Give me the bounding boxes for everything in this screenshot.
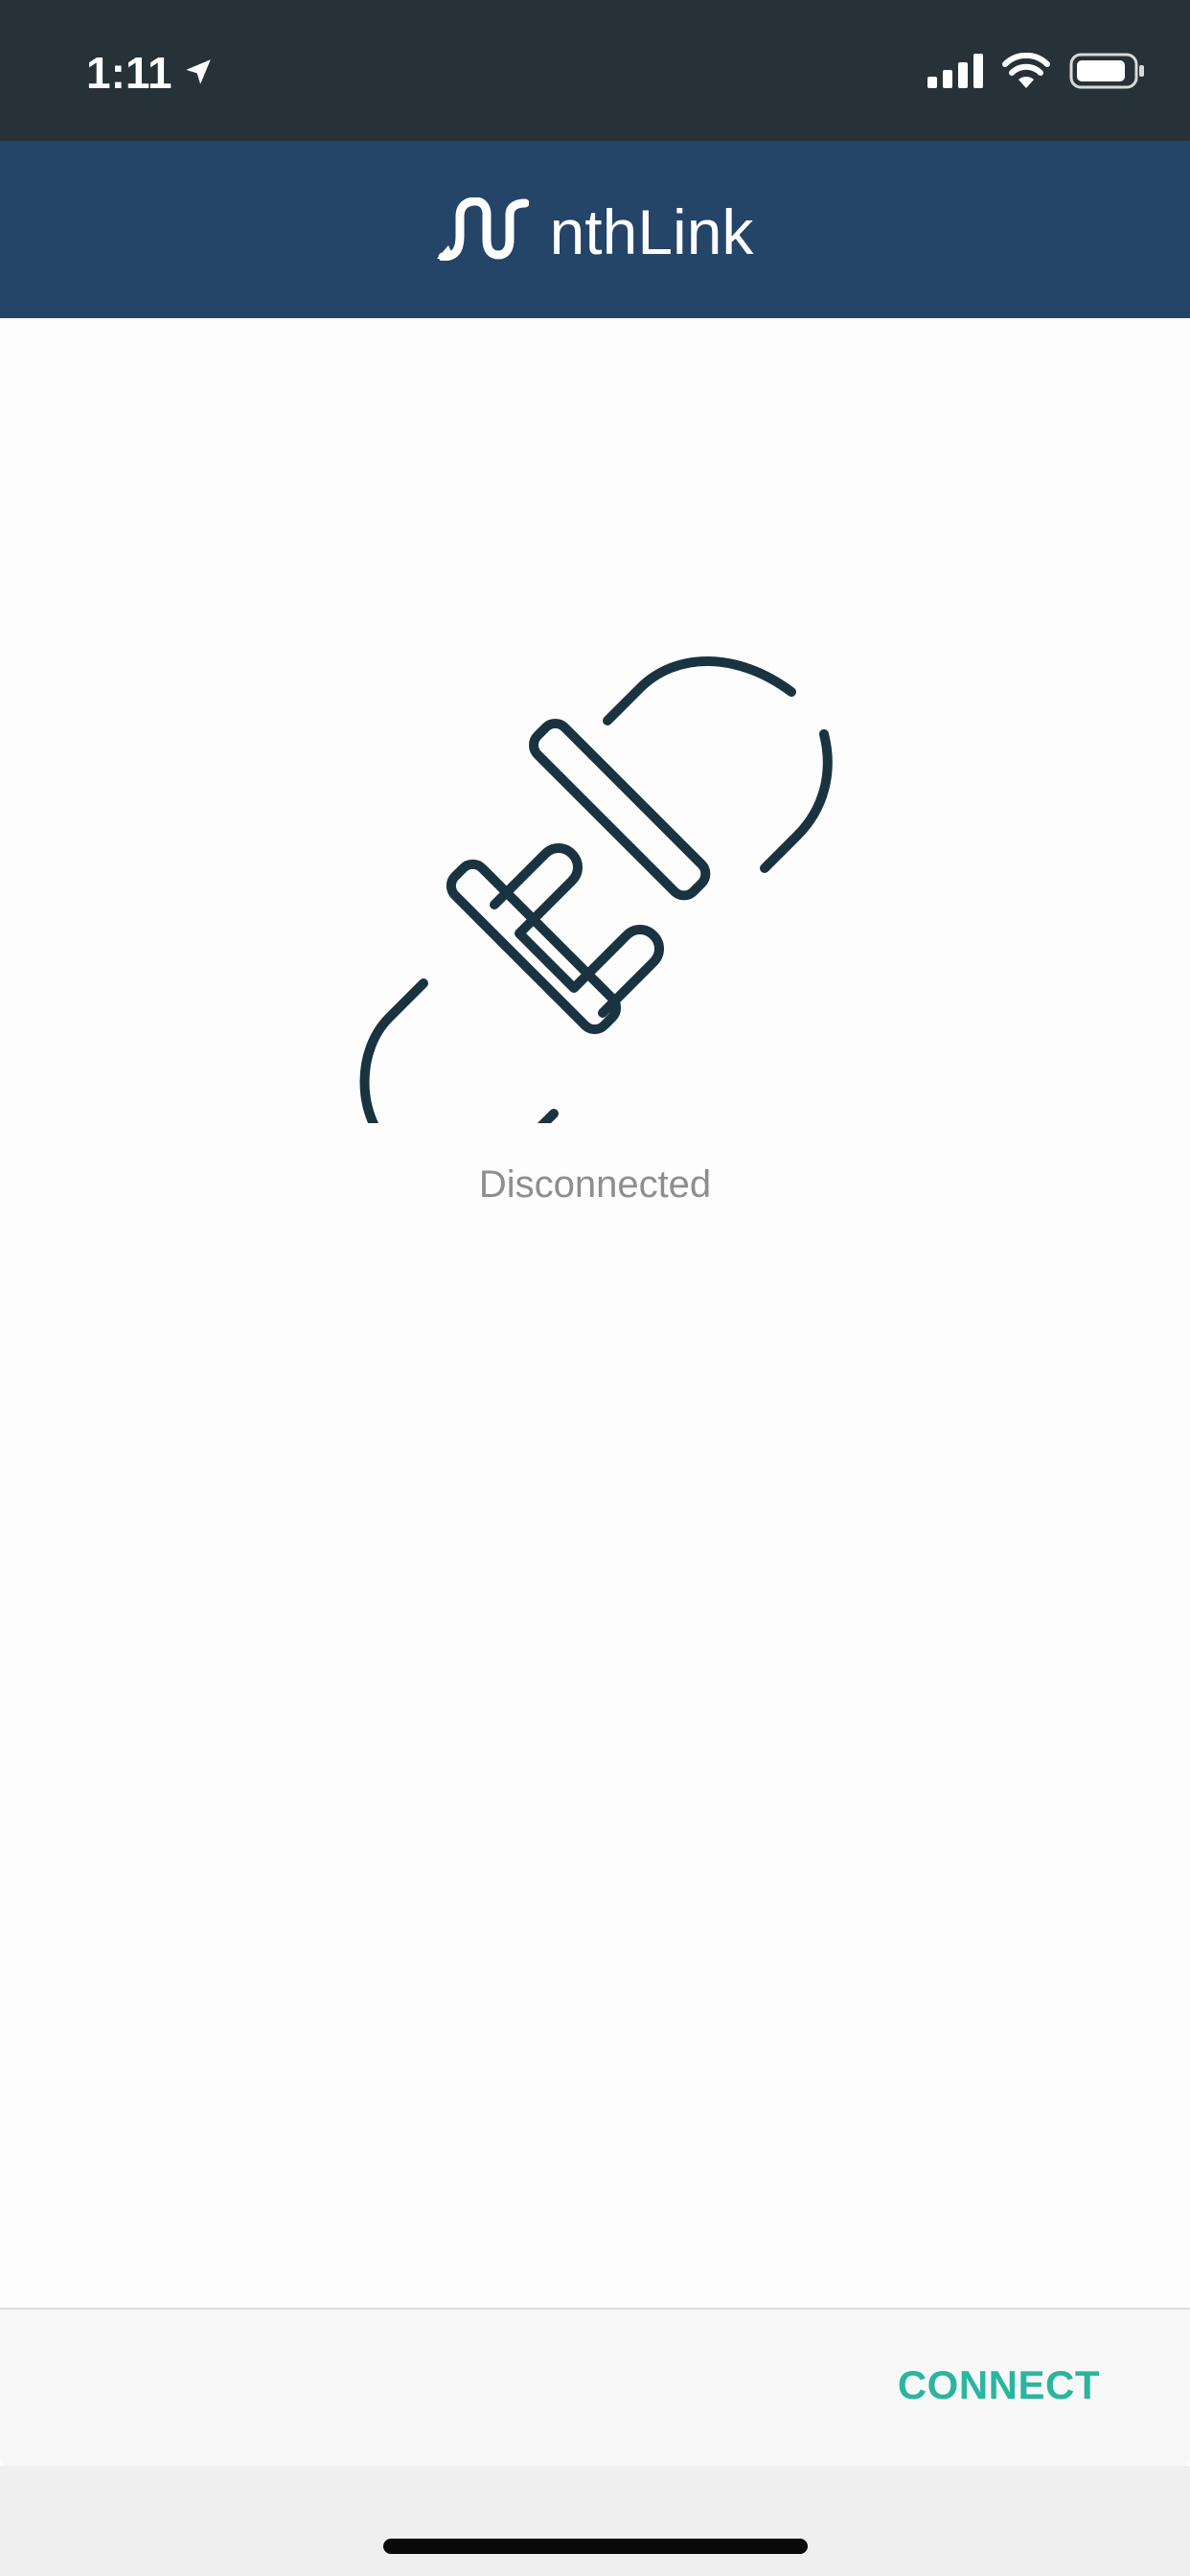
status-time: 1:11 <box>86 44 215 102</box>
main-content: Disconnected <box>0 318 1190 2308</box>
location-arrow-icon <box>182 44 215 102</box>
wifi-icon <box>1002 52 1050 94</box>
nthlink-logo-icon <box>436 196 530 265</box>
home-area <box>0 2466 1190 2576</box>
connect-button[interactable]: CONNECT <box>898 2352 1100 2419</box>
status-bar: 1:11 <box>0 0 1190 141</box>
status-time-label: 1:11 <box>86 48 172 98</box>
disconnected-plug-icon <box>280 548 855 1264</box>
connection-status: Disconnected <box>478 1163 712 1206</box>
app-header: nthLink <box>0 141 1190 318</box>
status-icons <box>927 50 1146 96</box>
action-bar: CONNECT <box>0 2308 1190 2466</box>
brand: nthLink <box>436 194 754 270</box>
app-title: nthLink <box>549 196 754 267</box>
cellular-signal-icon <box>927 53 983 93</box>
app-screen: 1:11 nthLink Disconnected CONNECT <box>0 0 1190 2576</box>
home-indicator[interactable] <box>383 2539 808 2554</box>
battery-icon <box>1069 52 1146 95</box>
